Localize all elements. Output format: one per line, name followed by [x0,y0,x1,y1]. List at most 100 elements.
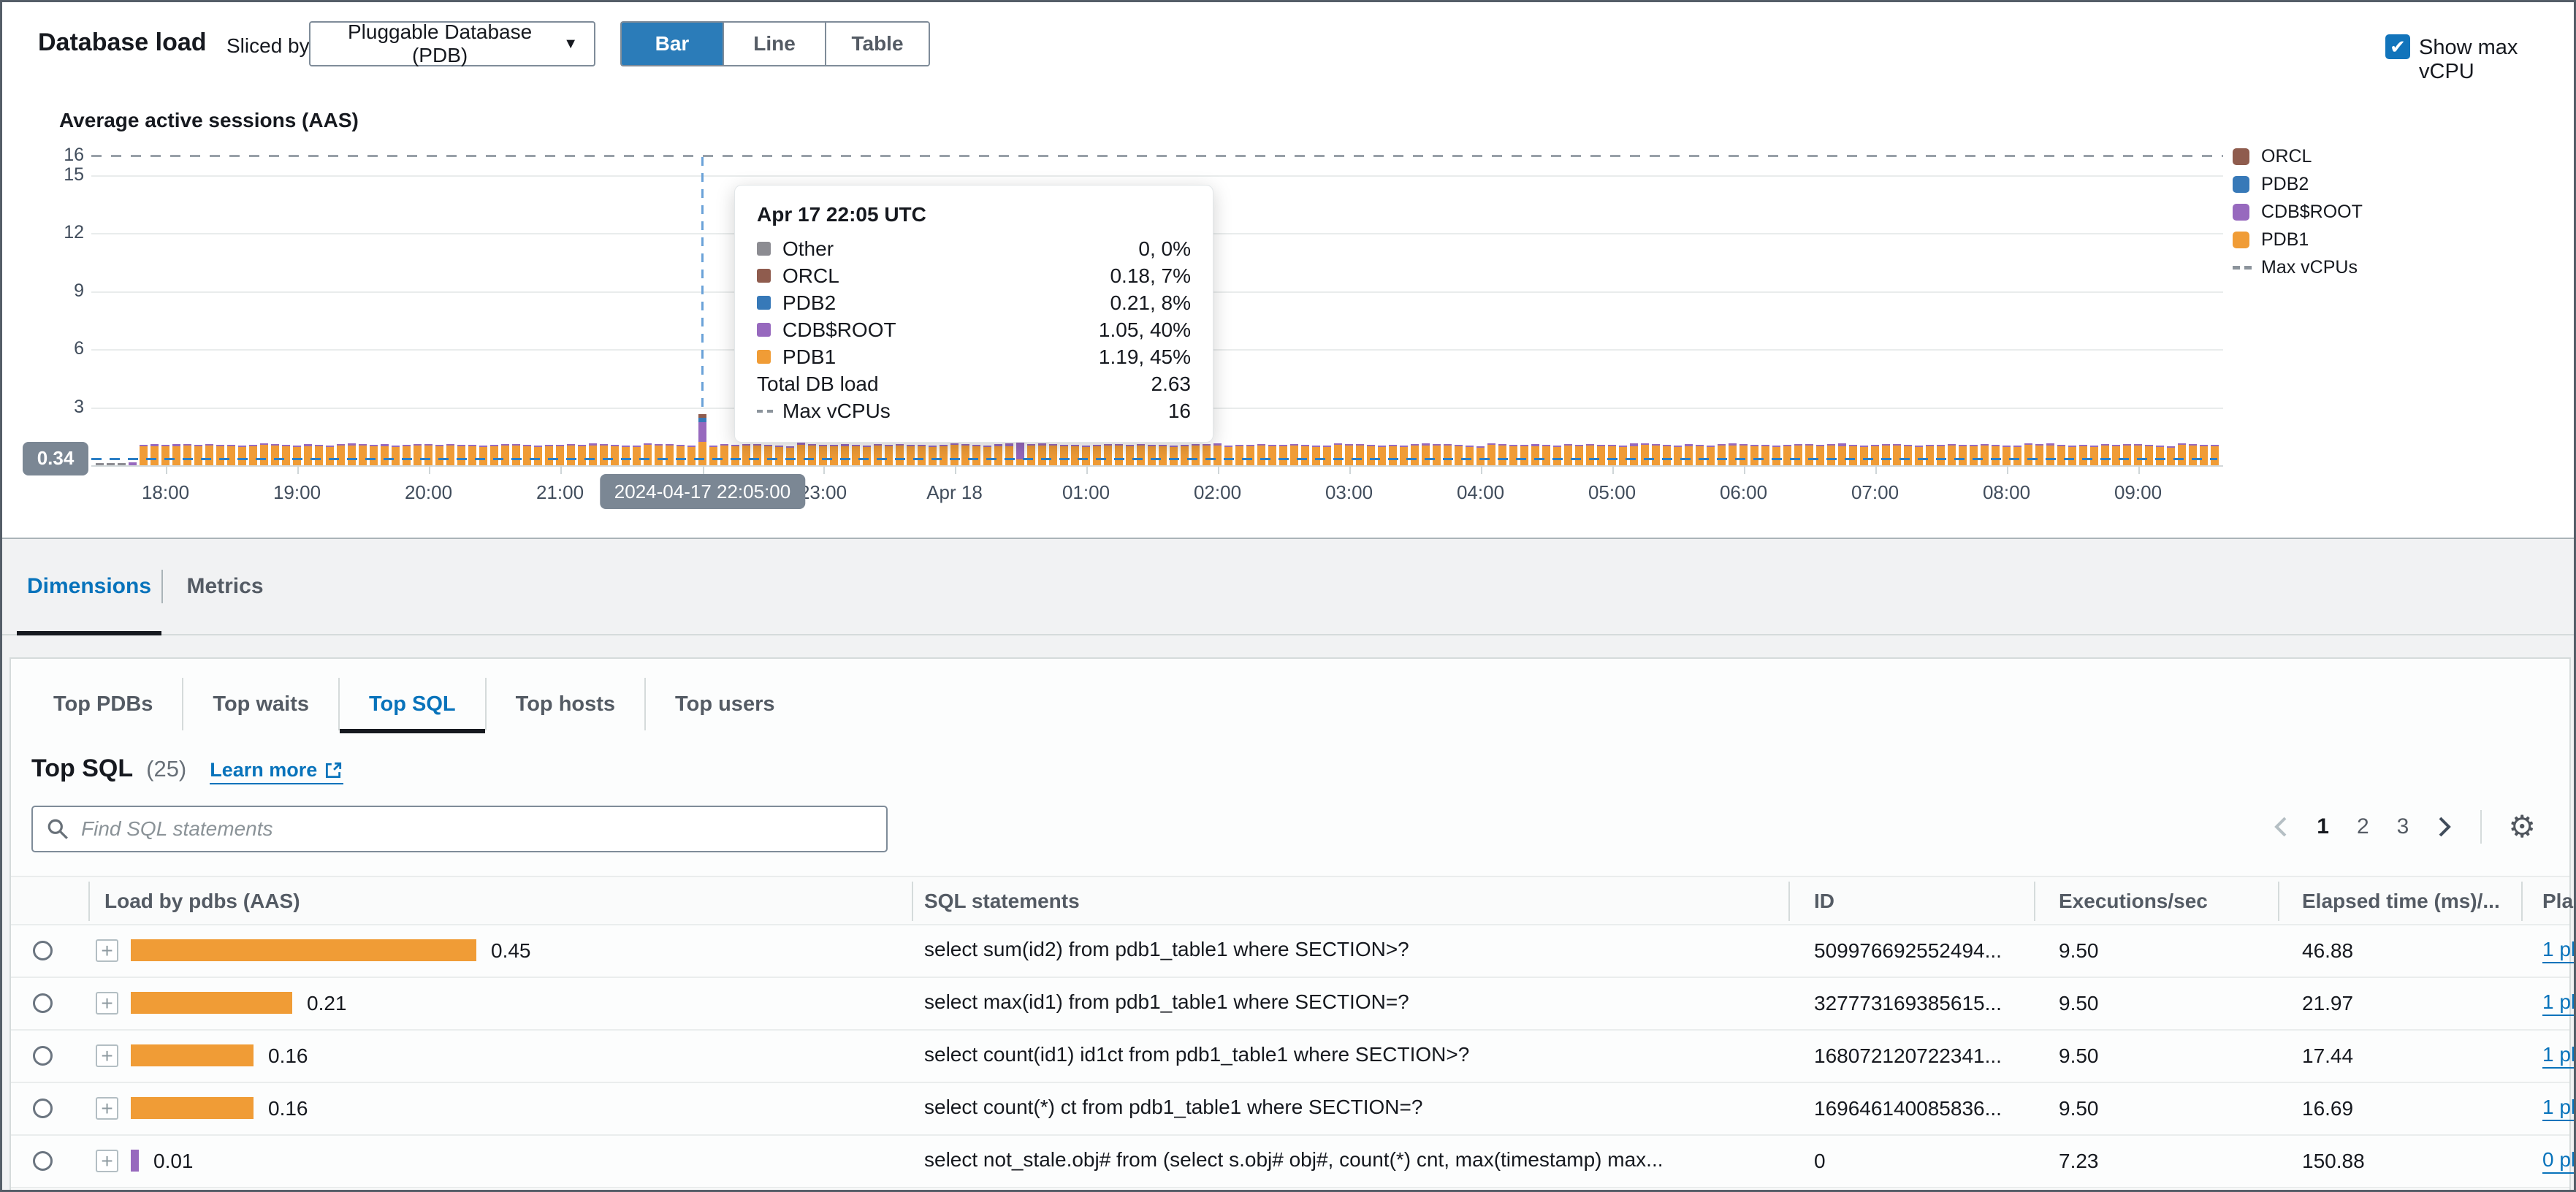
chart-bar-segment[interactable] [1553,445,1561,447]
chart-bar-segment[interactable] [1181,445,1189,465]
tab-metrics[interactable]: Metrics [163,565,287,608]
chart-bar-segment[interactable] [1005,443,1013,446]
expand-row-button[interactable]: + [96,1150,118,1172]
chart-bar-segment[interactable] [918,445,926,447]
chart-bar-segment[interactable] [885,445,893,465]
chart-bar-segment[interactable] [753,446,761,465]
chart-bar-segment[interactable] [1531,446,1539,465]
chart-bar-segment[interactable] [227,446,235,465]
chart-bar-segment[interactable] [172,446,180,465]
expand-row-button[interactable]: + [96,1044,118,1067]
chart-bar-segment[interactable] [1849,446,1857,465]
chart-bar-segment[interactable] [534,445,542,447]
chart-bar-segment[interactable] [896,443,904,446]
chart-bar-segment[interactable] [1750,444,1758,446]
chart-bar-segment[interactable] [896,446,904,465]
chart-bar-segment[interactable] [1729,443,1737,446]
chart-bar-segment[interactable] [1838,446,1846,465]
chart-bar-segment[interactable] [435,445,443,447]
subtab-top-hosts[interactable]: Top hosts [487,678,647,730]
chart-bar-segment[interactable] [1093,445,1101,447]
chart-bar-segment[interactable] [1422,443,1430,446]
chart-bar-segment[interactable] [216,446,224,465]
chart-bar-segment[interactable] [392,446,400,465]
chart-bar-segment[interactable] [1235,444,1243,446]
chart-bar-segment[interactable] [315,446,323,465]
chart-bar-segment[interactable] [764,445,772,447]
chart-bar-segment[interactable] [1904,444,1912,446]
chart-bar-segment[interactable] [1597,446,1605,465]
chart-bar-segment[interactable] [1597,444,1605,446]
chart-bar-segment[interactable] [1761,446,1769,465]
chart-bar-segment[interactable] [1005,446,1013,465]
chart-bar-segment[interactable] [687,445,696,447]
chart-bar-segment[interactable] [1455,446,1463,465]
chart-bar-segment[interactable] [841,446,849,465]
chart-bar-segment[interactable] [1323,446,1331,465]
chart-bar-segment[interactable] [1487,445,1495,465]
column-divider[interactable] [1788,882,1790,921]
chart-bar-segment[interactable] [589,446,597,465]
chart-bar-segment[interactable] [2156,445,2164,447]
chart-bar-segment[interactable] [2090,445,2098,447]
chart-bar-segment[interactable] [2211,446,2219,465]
chart-bar-segment[interactable] [578,444,586,446]
chart-bar-segment[interactable] [238,445,246,447]
chart-bar-segment[interactable] [1487,443,1495,446]
chart-bar-segment[interactable] [545,446,553,465]
subtab-top-users[interactable]: Top users [646,678,804,730]
chart-bar-segment[interactable] [271,444,279,446]
chart-bar-segment[interactable] [1608,445,1616,447]
chart-bar-segment[interactable] [2123,443,2131,446]
chart-bar-segment[interactable] [326,445,334,447]
chart-bar-segment[interactable] [1575,444,1583,446]
chart-bar-segment[interactable] [1542,444,1550,446]
chart-bar-segment[interactable] [655,443,663,446]
chart-bar-segment[interactable] [1213,443,1222,446]
chart-bar-segment[interactable] [655,445,663,465]
chart-bar-segment[interactable] [2200,444,2208,446]
chart-bar-segment[interactable] [348,445,356,465]
chart-bar-segment[interactable] [2003,446,2011,465]
chart-bar-segment[interactable] [600,446,608,465]
sql-statement-link[interactable]: select max(id1) from pdb1_table1 where S… [924,990,1409,1014]
chart-bar-segment[interactable] [150,444,159,446]
chart-bar-segment[interactable] [1290,444,1298,446]
chart-bar-segment[interactable] [1115,445,1123,465]
chart-bar-segment[interactable] [808,445,816,465]
chart-bar-segment[interactable] [1246,445,1254,447]
chart-bar-segment[interactable] [940,446,948,465]
chart-bar-segment[interactable] [1641,443,1649,446]
chart-bar-segment[interactable] [2024,443,2032,446]
chart-bar-segment[interactable] [819,446,827,465]
chart-bar-segment[interactable] [2211,445,2219,447]
chart-bar-segment[interactable] [2145,446,2153,465]
chart-bar-segment[interactable] [1082,446,1090,465]
chart-bar-segment[interactable] [1455,445,1463,447]
chart-bar-segment[interactable] [2178,445,2186,465]
chart-bar-segment[interactable] [611,446,619,465]
chart-bar-segment[interactable] [1498,445,1506,465]
chart-bar-segment[interactable] [1915,446,1923,465]
chart-bar-segment[interactable] [567,445,575,465]
chart-bar-segment[interactable] [698,418,706,422]
chart-bar-segment[interactable] [1049,446,1057,465]
chart-bar-segment[interactable] [907,444,915,446]
row-radio-button[interactable] [33,1099,53,1118]
chart-bar-segment[interactable] [1159,446,1167,465]
chart-bar-segment[interactable] [731,444,739,446]
chart-bar-segment[interactable] [1433,446,1441,465]
chart-bar-segment[interactable] [118,463,126,465]
expand-row-button[interactable]: + [96,992,118,1015]
chart-bar-segment[interactable] [1652,444,1660,446]
plans-link[interactable]: 1 pla [2542,1043,2574,1069]
column-divider[interactable] [88,882,90,921]
chart-bar-segment[interactable] [282,446,290,465]
chart-bar-segment[interactable] [1367,446,1375,465]
chart-bar-segment[interactable] [1060,444,1068,446]
chart-bar-segment[interactable] [742,443,750,446]
chart-bar-segment[interactable] [1312,446,1320,465]
chart-bar-segment[interactable] [1750,446,1758,465]
chart-bar-segment[interactable] [249,444,257,447]
chart-bar-segment[interactable] [1674,445,1682,447]
